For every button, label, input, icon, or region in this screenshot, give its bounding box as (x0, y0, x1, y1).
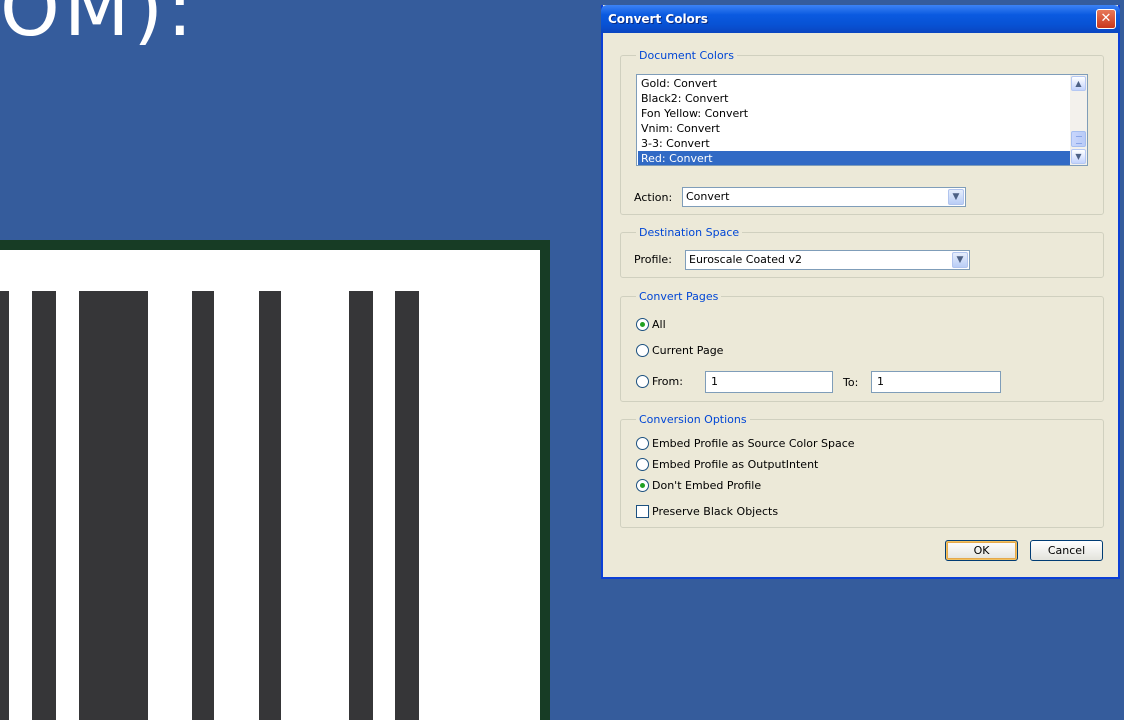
radio-all[interactable] (636, 318, 649, 331)
list-scrollbar[interactable]: ▲ ▼ (1070, 75, 1087, 165)
radio-from-label[interactable]: From: (652, 375, 683, 389)
barcode-bar (395, 291, 419, 720)
chevron-down-icon: ▼ (1075, 152, 1082, 161)
preserve-black-label[interactable]: Preserve Black Objects (652, 505, 778, 519)
document-colors-label: Document Colors (636, 49, 737, 62)
radio-embed-output[interactable] (636, 458, 649, 471)
destination-space-group: Destination Space Profile: Euroscale Coa… (620, 226, 1104, 278)
convert-colors-dialog: Convert Colors ✕ Document Colors Gold: C… (601, 5, 1120, 579)
barcode-bar (79, 291, 148, 720)
barcode-bar (349, 291, 373, 720)
radio-embed-source-label[interactable]: Embed Profile as Source Color Space (652, 437, 855, 451)
radio-current-page[interactable] (636, 344, 649, 357)
barcode-bar (32, 291, 56, 720)
preserve-black-checkbox[interactable] (636, 505, 649, 518)
slide-title: OM): (0, 0, 197, 53)
scroll-up-button[interactable]: ▲ (1071, 76, 1086, 91)
to-label: To: (843, 376, 859, 389)
close-icon: ✕ (1100, 11, 1112, 26)
scroll-thumb[interactable] (1071, 131, 1086, 147)
barcode-image (0, 250, 540, 720)
cancel-button[interactable]: Cancel (1030, 540, 1103, 561)
chevron-down-icon[interactable]: ▼ (952, 252, 968, 268)
document-colors-group: Document Colors Gold: Convert Black2: Co… (620, 49, 1104, 215)
scroll-down-button[interactable]: ▼ (1071, 149, 1086, 164)
ok-button[interactable]: OK (945, 540, 1018, 561)
action-value: Convert (686, 190, 730, 203)
list-item[interactable]: Gold: Convert (638, 76, 1072, 91)
list-item[interactable]: Vnim: Convert (638, 121, 1072, 136)
list-item[interactable]: 3-3: Convert (638, 136, 1072, 151)
radio-current-page-label[interactable]: Current Page (652, 344, 723, 358)
chevron-down-icon[interactable]: ▼ (948, 189, 964, 205)
list-item-selected[interactable]: Red: Convert (638, 151, 1072, 165)
barcode-bar (192, 291, 214, 720)
conversion-options-group: Conversion Options Embed Profile as Sour… (620, 413, 1104, 528)
convert-pages-group: Convert Pages All Current Page From: 1 T… (620, 290, 1104, 402)
profile-select[interactable]: Euroscale Coated v2 ▼ (685, 250, 970, 270)
barcode-bar (259, 291, 281, 720)
dialog-title: Convert Colors (608, 12, 708, 26)
chevron-up-icon: ▲ (1075, 79, 1082, 88)
radio-dont-embed[interactable] (636, 479, 649, 492)
profile-value: Euroscale Coated v2 (689, 253, 802, 266)
radio-dont-embed-label[interactable]: Don't Embed Profile (652, 479, 761, 493)
to-page-input[interactable]: 1 (871, 371, 1001, 393)
action-select[interactable]: Convert ▼ (682, 187, 966, 207)
dialog-titlebar[interactable]: Convert Colors ✕ (601, 5, 1120, 33)
barcode-bar (0, 291, 9, 720)
conversion-options-label: Conversion Options (636, 413, 750, 426)
radio-embed-source[interactable] (636, 437, 649, 450)
list-item[interactable]: Black2: Convert (638, 91, 1072, 106)
from-page-input[interactable]: 1 (705, 371, 833, 393)
action-label: Action: (634, 191, 673, 204)
document-colors-list[interactable]: Gold: Convert Black2: Convert Fon Yellow… (636, 74, 1088, 166)
profile-label: Profile: (634, 253, 672, 266)
to-page-value: 1 (877, 375, 884, 388)
from-page-value: 1 (711, 375, 718, 388)
close-button[interactable]: ✕ (1096, 9, 1116, 29)
barcode-image-frame (0, 240, 550, 720)
radio-from[interactable] (636, 375, 649, 388)
radio-embed-output-label[interactable]: Embed Profile as OutputIntent (652, 458, 818, 472)
convert-pages-label: Convert Pages (636, 290, 722, 303)
list-item[interactable]: Fon Yellow: Convert (638, 106, 1072, 121)
destination-space-label: Destination Space (636, 226, 743, 239)
radio-all-label[interactable]: All (652, 318, 666, 332)
